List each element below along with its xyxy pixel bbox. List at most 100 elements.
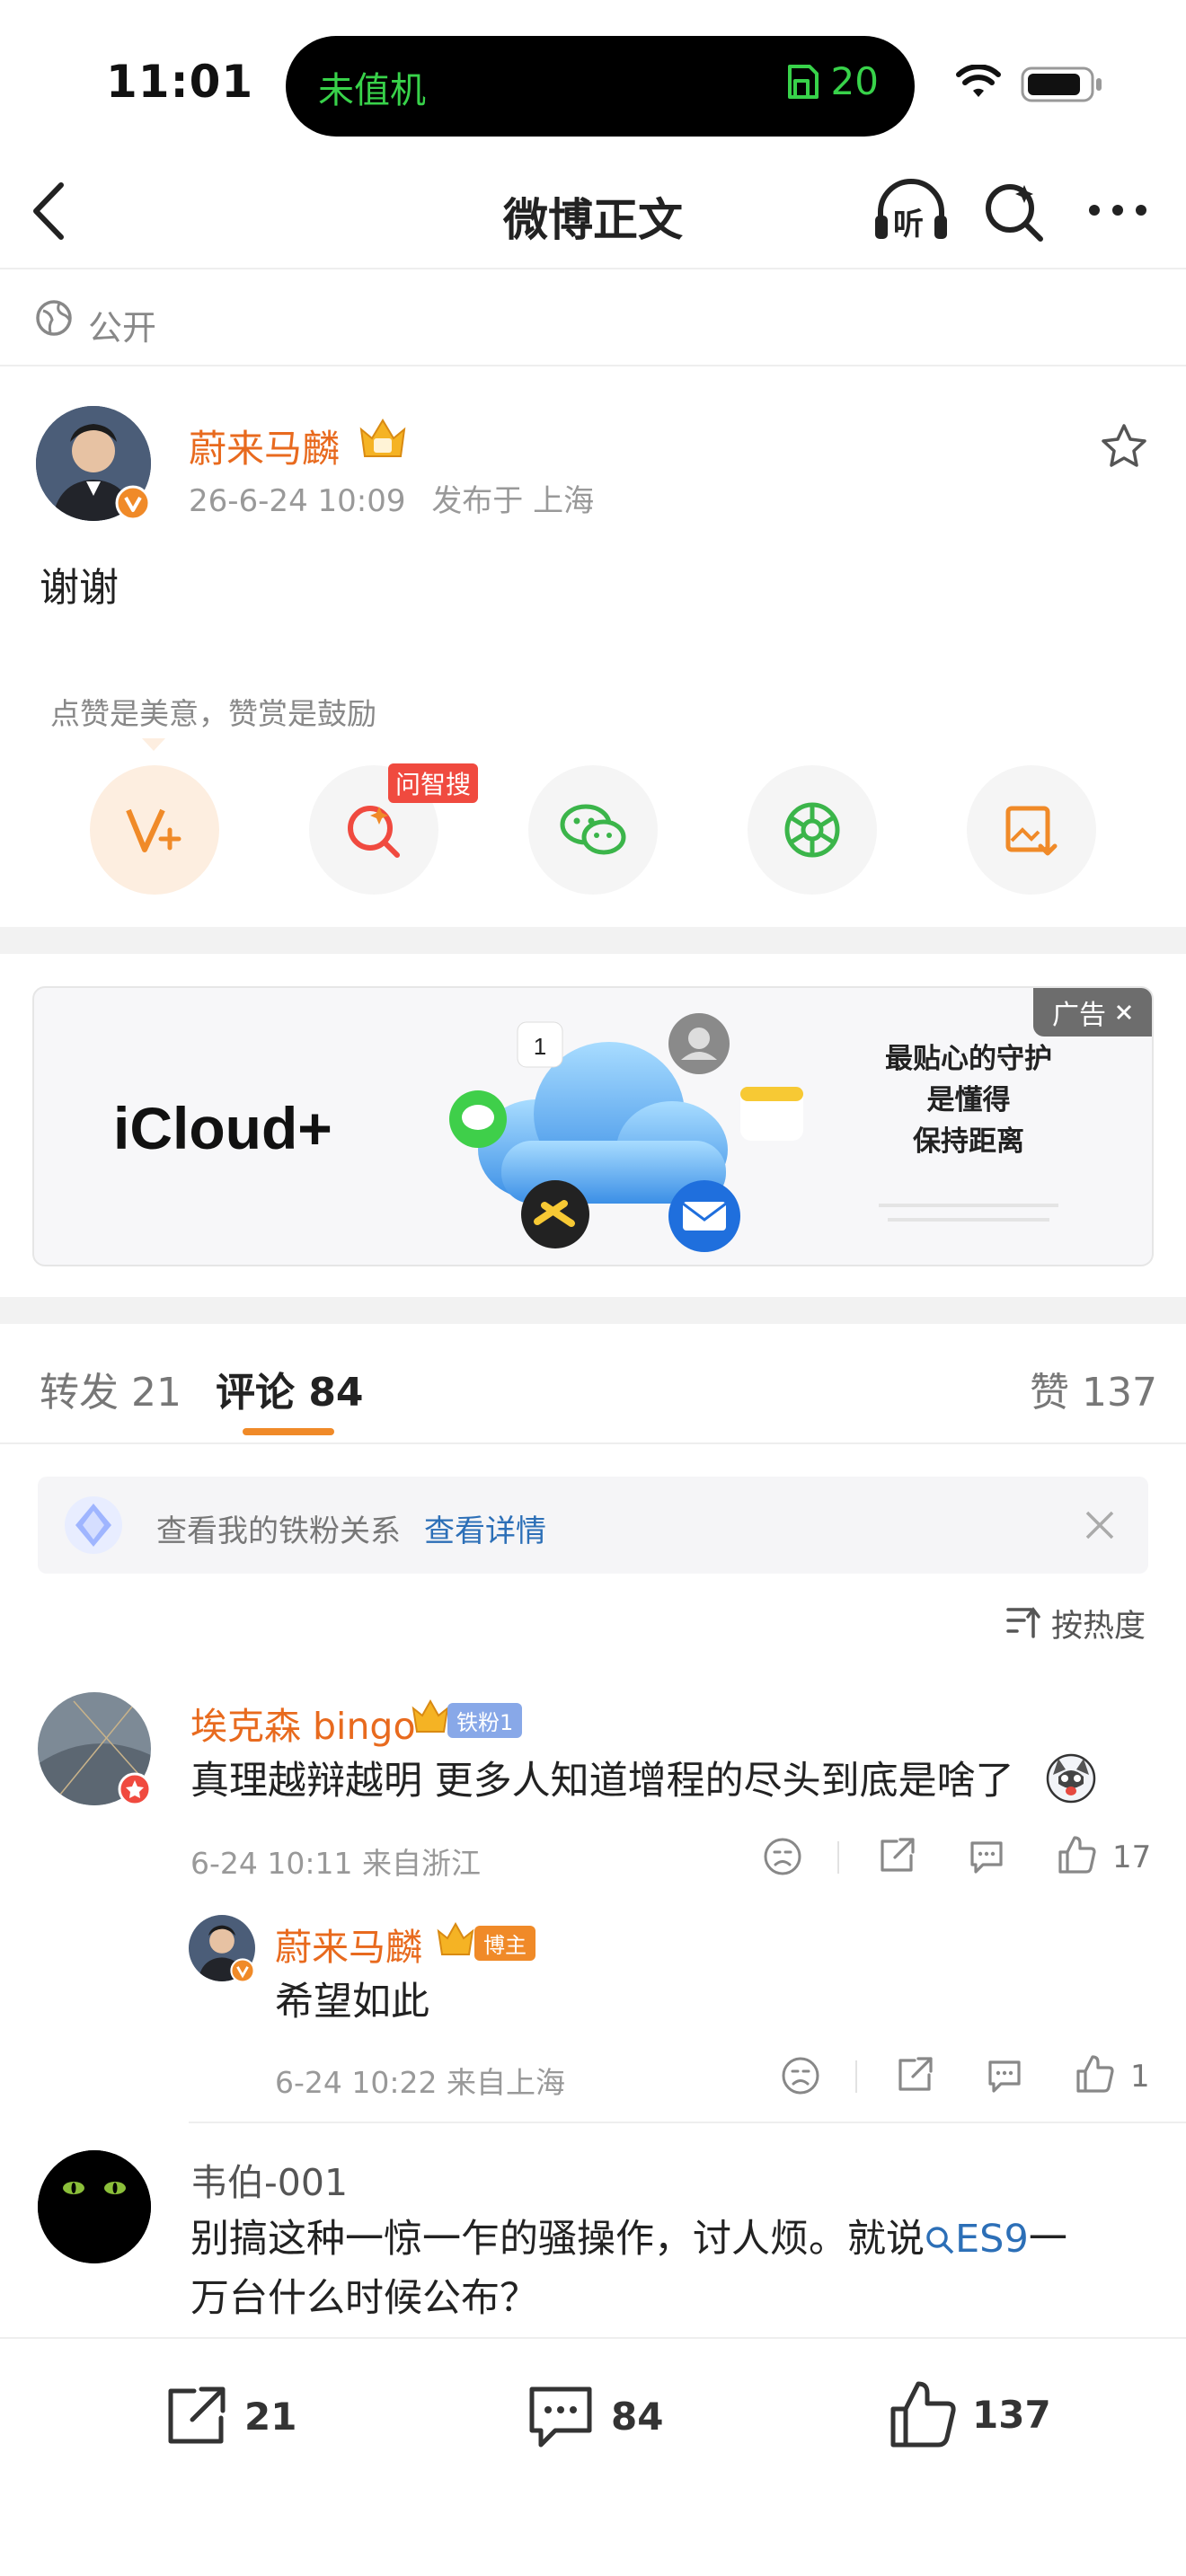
divider (0, 268, 1186, 269)
icloud-illustration: 1 (449, 1013, 803, 1252)
moments-share-button[interactable] (748, 765, 877, 895)
section-separator (0, 1297, 1186, 1324)
comment-meta: 6-24 10:11 来自浙江 (190, 1846, 481, 1881)
comment-text-part: 别搞这种一惊一乍的骚操作，讨人烦。就说 (190, 2217, 925, 2262)
sort-icon[interactable] (1005, 1602, 1042, 1640)
more-icon[interactable] (1087, 201, 1148, 219)
save-image-button[interactable] (967, 765, 1096, 895)
crown-icon (437, 1921, 474, 1955)
topic-link[interactable]: ES9 (925, 2217, 1029, 2262)
like-icon[interactable] (1075, 2053, 1114, 2095)
close-icon (1116, 1004, 1132, 1020)
bottom-repost-button[interactable]: 21 (162, 2382, 296, 2450)
reply-name[interactable]: 蔚来马麟 (275, 1917, 422, 1971)
repost-icon[interactable] (895, 2055, 934, 2095)
listen-button[interactable]: 听 (873, 176, 949, 244)
post-date: 26-6-24 10:09 (189, 483, 406, 519)
verified-badge-icon (230, 1958, 255, 1983)
visibility-label: 公开 (88, 308, 157, 348)
close-icon[interactable] (1082, 1507, 1118, 1543)
fan-banner-text: 查看我的铁粉关系 (156, 1513, 401, 1549)
husky-emoji-icon (1046, 1753, 1096, 1804)
reply-meta: 6-24 10:22 来自上海 (275, 2065, 565, 2100)
reply-text: 希望如此 (275, 1980, 429, 2025)
comment-icon (529, 2386, 592, 2448)
repost-icon (168, 2386, 226, 2444)
fan-banner-link[interactable]: 查看详情 (424, 1506, 546, 1550)
like-count: 1 (1130, 2059, 1150, 2095)
listen-label: 听 (893, 207, 924, 243)
dynamic-island[interactable]: 未值机 20 (286, 36, 915, 137)
commenter-name[interactable]: 埃克森 bingo (190, 1696, 416, 1750)
ad-brand: iCloud+ (113, 1095, 332, 1161)
ad-fineprint (888, 1218, 1049, 1222)
section-separator (0, 927, 1186, 954)
comment-icon[interactable] (967, 1838, 1006, 1875)
tab-comment[interactable]: 评论 84 (216, 1360, 364, 1417)
ad-card[interactable]: iCloud+ 1 最贴心的守护 是懂得 保持距离 (32, 986, 1154, 1266)
bottom-repost-count: 21 (244, 2394, 297, 2439)
post-location: 发布于 上海 (431, 483, 595, 519)
favorite-star-icon[interactable] (1100, 422, 1148, 469)
comment-text: 真理越辩越明 更多人知道增程的尽头到底是啥了 (190, 1759, 1014, 1804)
verified-badge-icon (115, 485, 151, 521)
hint-pointer (142, 738, 165, 751)
status-time: 11:01 (106, 56, 254, 108)
smart-search-red-icon (348, 806, 400, 858)
smart-search-icon[interactable] (983, 180, 1046, 243)
divider (0, 1442, 1186, 1444)
wechat-share-button[interactable] (528, 765, 658, 895)
sort-label[interactable]: 按热度 (1051, 1601, 1146, 1646)
reward-v-icon (126, 808, 181, 852)
bottom-comment-button[interactable]: 84 (525, 2382, 663, 2450)
svg-text:1: 1 (534, 1033, 546, 1060)
like-icon[interactable] (1057, 1834, 1096, 1875)
ad-slogan-line: 是懂得 (926, 1084, 1011, 1116)
crown-icon (412, 1698, 449, 1733)
ad-slogan-line: 最贴心的守护 (885, 1043, 1052, 1075)
post-text: 谢谢 (40, 565, 119, 611)
commenter-avatar[interactable] (38, 2150, 151, 2263)
action-divider (837, 1841, 839, 1874)
topic-search-icon (926, 2227, 954, 2254)
reward-button[interactable] (90, 765, 219, 895)
tab-repost[interactable]: 转发 21 (40, 1360, 181, 1417)
author-name[interactable]: 蔚来马麟 (189, 419, 340, 473)
like-count: 17 (1112, 1839, 1152, 1875)
battery-icon (1021, 66, 1102, 102)
ad-close-button[interactable]: 广告 (1033, 988, 1152, 1037)
topic-link-text: ES9 (955, 2217, 1029, 2262)
fan-banner[interactable]: 查看我的铁粉关系 查看详情 (38, 1477, 1148, 1574)
ad-label: 广告 (1052, 1000, 1106, 1031)
gate-info: 20 (786, 59, 879, 103)
fan-level-badge: 铁粉1 (447, 1703, 523, 1738)
bottom-like-button[interactable]: 137 (888, 2378, 1051, 2450)
tab-active-indicator (243, 1428, 334, 1435)
tab-like[interactable]: 赞 137 (1030, 1360, 1157, 1417)
ad-fineprint (879, 1204, 1058, 1207)
save-image-icon (1005, 806, 1058, 856)
repost-icon[interactable] (877, 1836, 916, 1875)
crown-icon (359, 419, 406, 457)
ad-slogan: 最贴心的守护 是懂得 保持距离 (870, 1038, 1067, 1162)
ad-slogan-line: 保持距离 (913, 1125, 1024, 1158)
bottom-action-bar: 21 84 137 (0, 2337, 1186, 2576)
comment-icon[interactable] (985, 2057, 1024, 2095)
dislike-face-icon[interactable] (762, 1836, 803, 1877)
divider (0, 365, 1186, 366)
bottom-comment-count: 84 (611, 2394, 664, 2439)
divider (189, 2122, 1186, 2123)
comment-text-line2: 万台什么时候公布？ (190, 2276, 538, 2321)
cat-eyes-avatar-image (38, 2150, 151, 2263)
member-badge-icon (118, 1772, 152, 1806)
reward-hint: 点赞是美意，赞赏是鼓励 (50, 696, 376, 731)
bottom-like-count: 137 (972, 2392, 1051, 2437)
gate-icon (787, 64, 819, 99)
wifi-icon (956, 65, 1001, 97)
dislike-face-icon[interactable] (780, 2055, 821, 2096)
commenter-name[interactable]: 韦伯-001 (190, 2152, 348, 2206)
author-badge: 博主 (474, 1926, 535, 1961)
comment-text: 别搞这种一惊一乍的骚操作，讨人烦。就说 ES9一 (190, 2210, 1067, 2269)
moments-icon (784, 802, 840, 858)
action-divider (855, 2060, 857, 2093)
